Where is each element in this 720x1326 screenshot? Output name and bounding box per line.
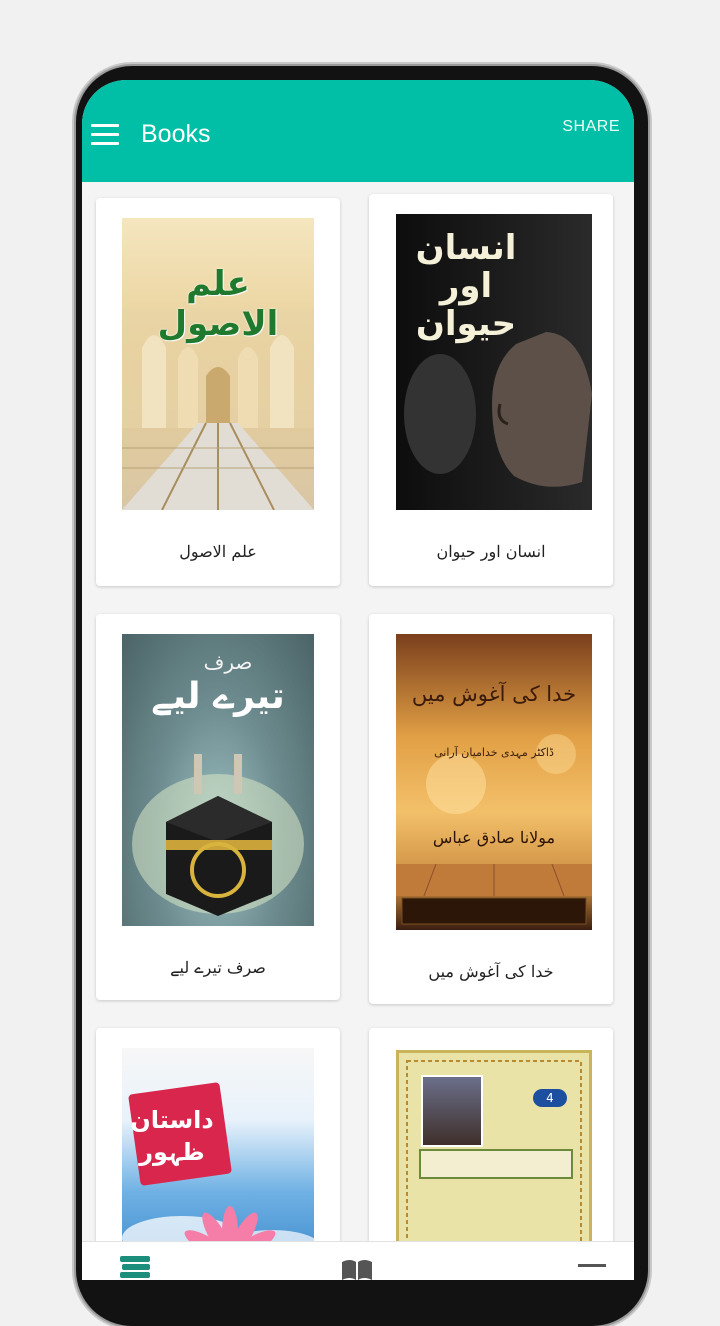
cover-title: علم الاصول bbox=[157, 264, 279, 344]
book-cover: علم الاصول bbox=[122, 218, 314, 510]
book-card[interactable]: علم الاصول علم الاصول bbox=[96, 198, 340, 586]
hamburger-menu-icon[interactable] bbox=[91, 124, 119, 146]
book-cover: صرف تیرے لیے bbox=[122, 634, 314, 926]
book-card[interactable]: انسان اور حیوان انسان اور حیوان bbox=[369, 194, 613, 586]
book-title: انسان اور حیوان bbox=[436, 542, 546, 561]
menu-icon[interactable] bbox=[578, 1256, 614, 1280]
books-icon[interactable] bbox=[120, 1256, 156, 1280]
book-title: خدا کی آغوش میں bbox=[428, 962, 554, 981]
cover-title-line: داستان bbox=[130, 1106, 214, 1134]
cover-title-line: حیوان bbox=[415, 304, 517, 344]
library-icon[interactable] bbox=[340, 1256, 376, 1280]
cover-title: تیرے لیے bbox=[151, 676, 285, 717]
book-cover: خدا کی آغوش میں ڈاکٹر مہدی خدامیان آرانی… bbox=[396, 634, 592, 930]
cover-title: خدا کی آغوش میں bbox=[411, 682, 577, 706]
screen: Books SHARE علم الاصول علم الاصول انسان … bbox=[82, 80, 634, 1280]
cover-title-line: اور bbox=[439, 266, 493, 306]
book-cover: انسان اور حیوان bbox=[396, 214, 592, 510]
cover-author: ڈاکٹر مہدی خدامیان آرانی bbox=[434, 746, 554, 759]
book-card[interactable]: خدا کی آغوش میں ڈاکٹر مہدی خدامیان آرانی… bbox=[369, 614, 613, 1004]
bottom-navigation bbox=[82, 1241, 634, 1280]
book-title: صرف تیرے لیے bbox=[170, 958, 266, 977]
app-bar: Books SHARE bbox=[82, 80, 634, 182]
book-title: علم الاصول bbox=[179, 542, 257, 561]
mosque-corridor-illustration bbox=[122, 308, 314, 510]
page-title: Books bbox=[141, 120, 211, 148]
wooden-floor-illustration bbox=[396, 734, 592, 925]
cover-title-line: ظہور bbox=[139, 1138, 205, 1166]
cover-subtitle: صرف bbox=[203, 650, 253, 674]
book-card[interactable]: صرف تیرے لیے صرف تیرے لیے bbox=[96, 614, 340, 1000]
share-button[interactable]: SHARE bbox=[562, 118, 620, 136]
cover-translator: مولانا صادق عباس bbox=[432, 828, 556, 847]
cover-title-line: انسان bbox=[415, 228, 517, 268]
